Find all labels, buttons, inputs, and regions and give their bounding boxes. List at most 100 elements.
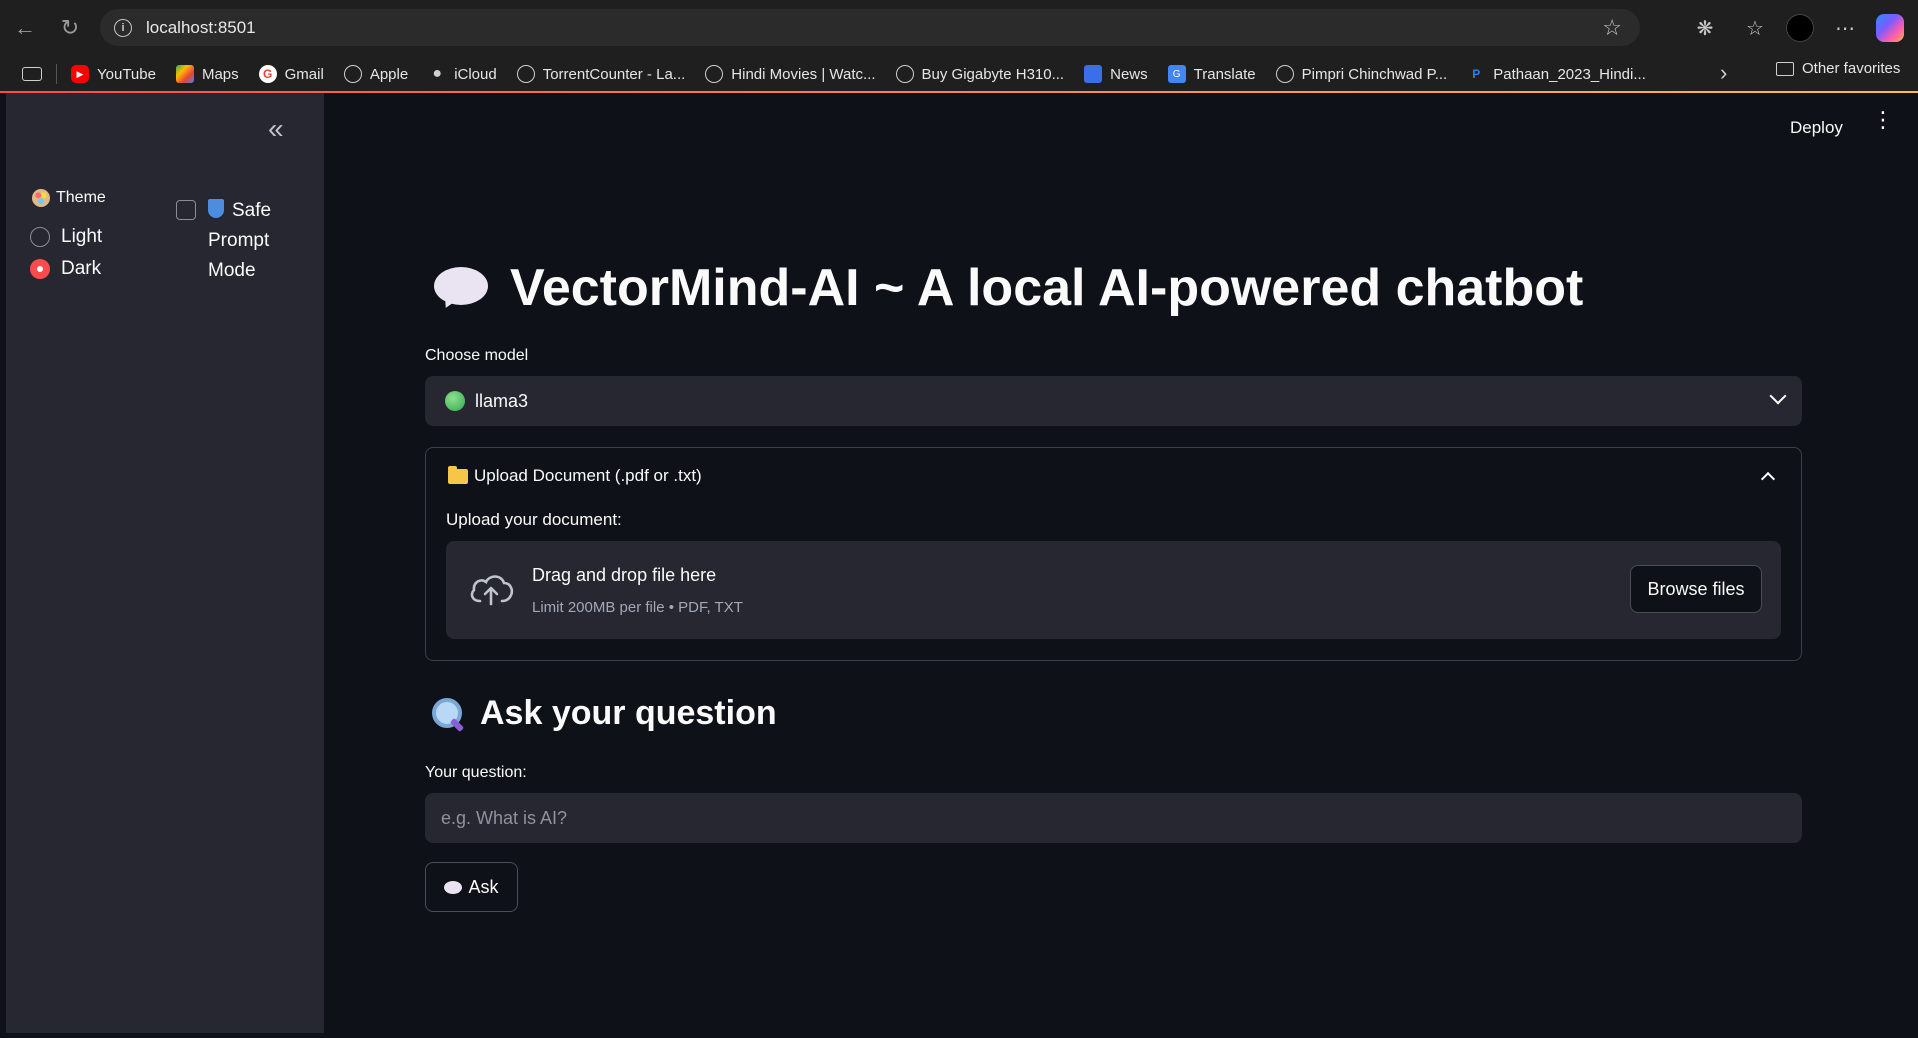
page-title: VectorMind-AI ~ A local AI-powered chatb…: [434, 258, 1583, 318]
speech-bubble-icon: [434, 267, 488, 309]
bookmark-label: Maps: [201, 65, 239, 83]
shield-icon: [208, 199, 224, 218]
upload-expander: Upload Document (.pdf or .txt) Upload yo…: [425, 447, 1802, 661]
browser-toolbar: ← ↻ i localhost:8501 ☆ ❋ ☆ ⋯: [0, 0, 1918, 56]
translate-icon: G: [1167, 65, 1186, 83]
maps-icon: [175, 65, 194, 83]
bookmark-gigabyte[interactable]: Buy Gigabyte H310...: [890, 60, 1071, 88]
site-info-icon[interactable]: i: [114, 18, 132, 37]
upload-expander-header[interactable]: Upload Document (.pdf or .txt): [448, 465, 702, 486]
browse-files-button[interactable]: Browse files: [1630, 565, 1762, 613]
youtube-icon: ▶: [71, 65, 89, 83]
favorite-star-icon[interactable]: ☆: [1602, 15, 1622, 41]
bookmark-apple[interactable]: Apple: [338, 60, 414, 88]
question-heading-text: Ask your question: [480, 694, 777, 732]
url-text[interactable]: localhost:8501: [146, 18, 256, 38]
file-dropzone[interactable]: Drag and drop file here Limit 200MB per …: [446, 541, 1781, 639]
bookmark-pimpri[interactable]: Pimpri Chinchwad P...: [1270, 60, 1454, 88]
cloud-upload-icon: [470, 575, 514, 606]
radio-label: Light: [61, 226, 103, 247]
profile-avatar[interactable]: [1786, 14, 1814, 42]
ask-button[interactable]: Ask: [425, 862, 518, 912]
question-heading: Ask your question: [430, 694, 777, 733]
magnifier-icon: [430, 696, 466, 732]
bookmarks-bar: ▶ YouTube Maps G Gmail Apple ● iCloud Torre…: [0, 56, 1918, 92]
bookmark-pathaan[interactable]: P Pathaan_2023_Hindi...: [1461, 60, 1652, 88]
other-favorites-label: Other favorites: [1802, 60, 1901, 77]
bookmark-label: Pimpri Chinchwad P...: [1301, 65, 1448, 83]
sidebar: « Theme Light Dark Safe Prompt Mode: [6, 93, 324, 1033]
safe-mode-checkbox[interactable]: [176, 200, 196, 220]
google-icon: G: [258, 65, 277, 83]
bookmark-youtube[interactable]: ▶ YouTube: [65, 60, 162, 88]
bookmark-label: TorrentCounter - La...: [542, 65, 686, 83]
chevron-down-icon[interactable]: [1769, 387, 1787, 405]
folder-icon: [1776, 61, 1794, 76]
theme-label: Theme: [32, 189, 106, 207]
safe-mode-label: Safe Prompt Mode: [208, 196, 298, 286]
bookmark-label: Hindi Movies | Watc...: [731, 65, 876, 83]
bookmark-icloud[interactable]: ● iCloud: [422, 60, 503, 88]
upload-expander-title: Upload Document (.pdf or .txt): [474, 466, 702, 485]
bookmark-torrentcounter[interactable]: TorrentCounter - La...: [511, 60, 692, 88]
bookmark-label: News: [1110, 65, 1148, 83]
bookmark-translate[interactable]: G Translate: [1162, 60, 1262, 88]
globe-icon: [516, 65, 535, 83]
radio-button-selected[interactable]: [30, 259, 50, 279]
safe-mode-line3: Mode: [208, 260, 256, 281]
apple-icon: ●: [432, 65, 443, 82]
globe-icon: [343, 65, 362, 83]
news-icon: [1084, 65, 1103, 83]
bookmark-gmail[interactable]: G Gmail: [253, 60, 330, 88]
other-favorites[interactable]: Other favorites: [1776, 60, 1900, 77]
deploy-button[interactable]: Deploy: [1790, 118, 1843, 138]
reading-view-icon[interactable]: [22, 67, 42, 81]
question-input[interactable]: [425, 793, 1802, 843]
bookmark-maps[interactable]: Maps: [170, 60, 245, 88]
speech-bubble-icon: [444, 880, 463, 894]
back-arrow-icon[interactable]: ←: [10, 13, 40, 43]
bookmark-hindi-movies[interactable]: Hindi Movies | Watc...: [699, 60, 881, 88]
reload-icon[interactable]: ↻: [55, 13, 85, 43]
radio-button[interactable]: [30, 227, 50, 247]
copilot-icon[interactable]: [1876, 14, 1904, 42]
bookmark-label: YouTube: [97, 65, 156, 83]
favorites-icon[interactable]: ☆: [1740, 13, 1770, 43]
bookmark-label: Pathaan_2023_Hindi...: [1493, 65, 1646, 83]
theme-radio-dark[interactable]: Dark: [30, 258, 101, 280]
bookmark-label: Translate: [1193, 65, 1256, 83]
p-icon: P: [1472, 67, 1481, 81]
bookmark-label: Apple: [369, 65, 409, 83]
folder-icon: [448, 465, 468, 484]
chevron-up-icon[interactable]: [1760, 471, 1776, 487]
question-label: Your question:: [425, 764, 527, 781]
safe-mode-line1: Safe: [232, 200, 272, 221]
chevron-right-icon[interactable]: ›: [1720, 60, 1727, 86]
palette-icon: [32, 189, 50, 207]
bookmark-label: Buy Gigabyte H310...: [921, 65, 1065, 83]
globe-icon: [705, 65, 724, 83]
theme-radio-light[interactable]: Light: [30, 226, 102, 248]
bookmark-label: iCloud: [454, 65, 497, 83]
model-label: Choose model: [425, 347, 529, 364]
extensions-icon[interactable]: ❋: [1690, 13, 1720, 43]
bookmark-label: Gmail: [284, 65, 324, 83]
main-menu-icon[interactable]: ⋮: [1872, 109, 1894, 131]
page-title-text: VectorMind-AI ~ A local AI-powered chatb…: [510, 259, 1584, 317]
upload-label: Upload your document:: [446, 510, 622, 529]
model-selected-value: llama3: [475, 390, 529, 411]
globe-icon: [1275, 65, 1294, 83]
safe-mode-line2: Prompt: [208, 230, 270, 251]
theme-label-text: Theme: [56, 189, 106, 206]
collapse-sidebar-icon[interactable]: «: [268, 113, 283, 145]
model-select[interactable]: llama3: [425, 376, 1802, 426]
dropzone-title: Drag and drop file here: [532, 565, 717, 585]
dropzone-limit: Limit 200MB per file • PDF, TXT: [532, 599, 743, 616]
bookmark-news[interactable]: News: [1078, 60, 1154, 88]
globe-icon: [895, 65, 914, 83]
address-bar[interactable]: i localhost:8501 ☆: [100, 9, 1640, 46]
more-menu-icon[interactable]: ⋯: [1830, 13, 1860, 43]
radio-label: Dark: [61, 258, 102, 279]
bookmarks-divider: [56, 64, 57, 84]
green-circle-icon: [445, 391, 465, 411]
